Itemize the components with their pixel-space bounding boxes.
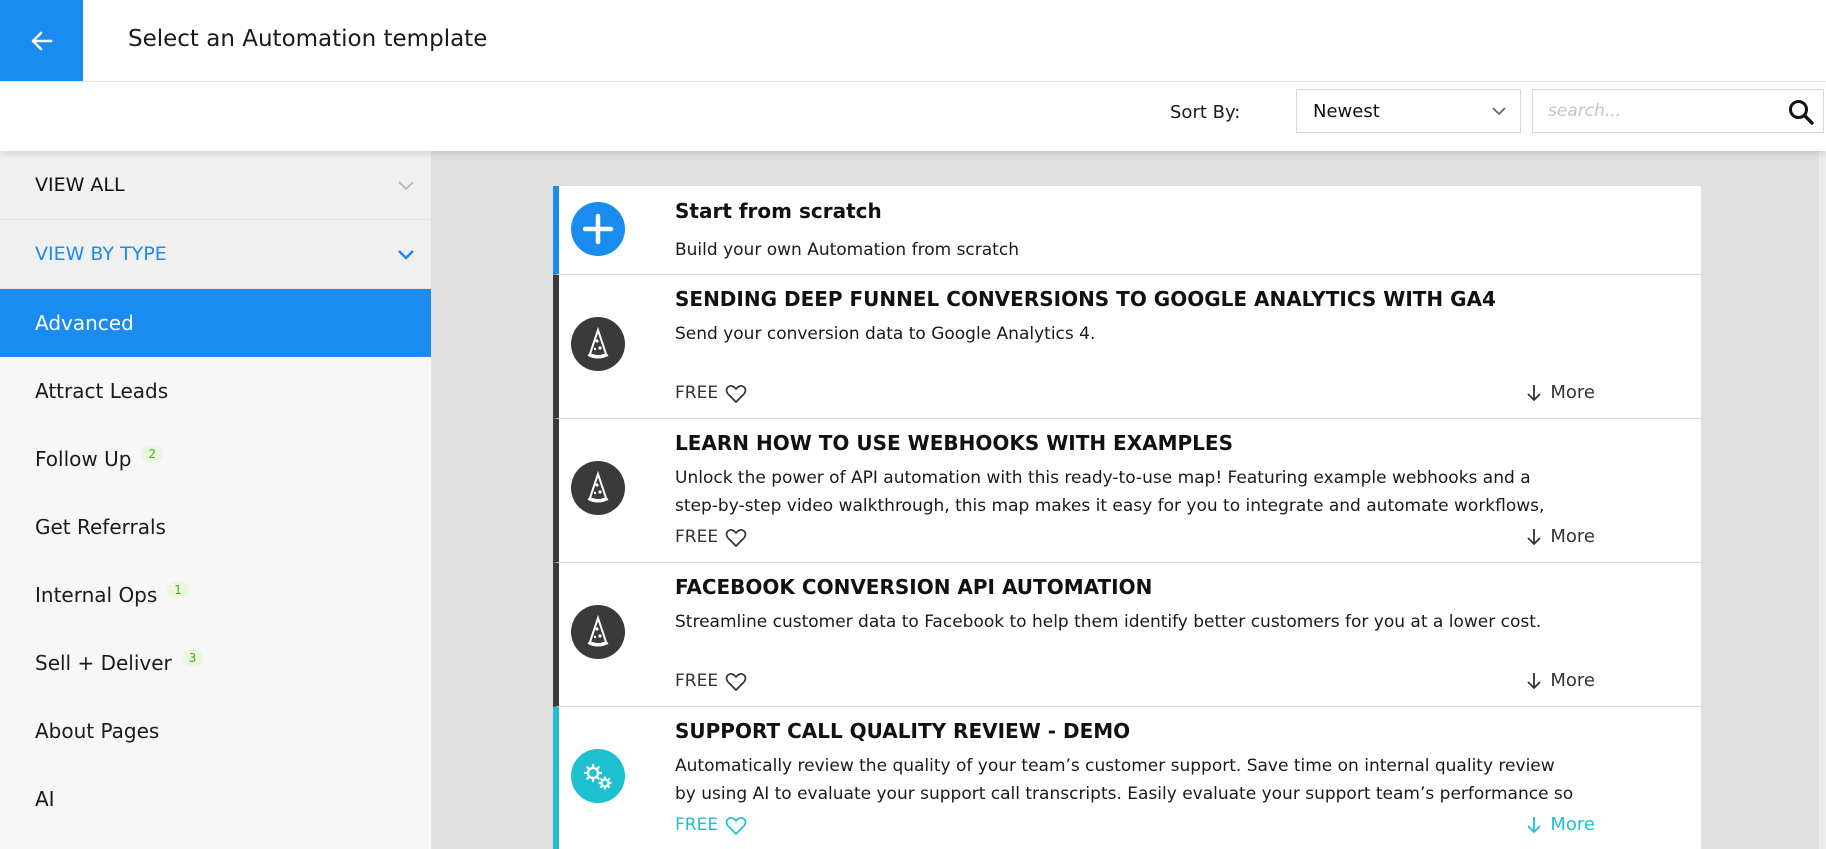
scrollbar[interactable] [1819, 151, 1826, 849]
arrow-down-icon [1527, 672, 1542, 689]
card-title: SUPPORT CALL QUALITY REVIEW - DEMO [675, 719, 1131, 743]
sidebar-item-get-referrals[interactable]: Get Referrals [0, 493, 431, 561]
more-button[interactable]: More [1524, 814, 1595, 835]
chevron-down-icon [398, 250, 414, 260]
sidebar-item-label: Sell + Deliver [35, 651, 172, 675]
sidebar-view-by-type-label: VIEW BY TYPE [35, 243, 167, 265]
card-title: FACEBOOK CONVERSION API AUTOMATION [675, 575, 1153, 599]
heart-icon[interactable] [725, 816, 747, 836]
template-card-scratch[interactable]: Start from scratch Build your own Automa… [553, 186, 1701, 275]
search-box [1532, 89, 1824, 133]
gears-icon [571, 749, 625, 803]
more-label: More [1550, 526, 1595, 547]
more-button[interactable]: More [1524, 382, 1595, 403]
more-label: More [1550, 814, 1595, 835]
count-badge: 2 [141, 446, 164, 462]
count-badge: 3 [181, 650, 204, 666]
sidebar-view-all[interactable]: VIEW ALL [0, 151, 431, 220]
card-description: Unlock the power of API automation with … [675, 468, 1545, 516]
sidebar-item-label: Attract Leads [35, 379, 169, 403]
card-title: SENDING DEEP FUNNEL CONVERSIONS TO GOOGL… [675, 287, 1496, 311]
arrow-down-icon [1527, 816, 1542, 833]
sidebar-item-ai[interactable]: AI [0, 765, 431, 833]
back-button[interactable] [0, 0, 83, 81]
count-badge: 1 [167, 582, 189, 598]
sidebar-view-all-label: VIEW ALL [35, 174, 125, 196]
arrow-down-icon [1527, 384, 1542, 401]
more-button[interactable]: More [1524, 526, 1595, 547]
template-card[interactable]: SUPPORT CALL QUALITY REVIEW - DEMO Autom… [553, 707, 1701, 849]
template-list-area: Start from scratch Build your own Automa… [432, 151, 1826, 849]
heart-icon[interactable] [725, 528, 747, 548]
page-title: Select an Automation template [128, 26, 488, 52]
plus-icon [571, 202, 625, 256]
filter-toolbar: Sort By: Newest [0, 82, 1826, 151]
card-title: Start from scratch [675, 199, 882, 223]
card-description: Automatically review the quality of your… [675, 756, 1574, 804]
sidebar-item-attract-leads[interactable]: Attract Leads [0, 357, 431, 425]
more-label: More [1550, 670, 1595, 691]
heart-icon[interactable] [725, 672, 747, 692]
arrow-left-icon [31, 31, 52, 50]
card-description: Streamline customer data to Facebook to … [675, 612, 1542, 632]
sidebar-item-label: AI [35, 787, 55, 811]
arrow-down-icon [1527, 528, 1542, 545]
sidebar-item-label: About Pages [35, 719, 160, 743]
template-card[interactable]: LEARN HOW TO USE WEBHOOKS WITH EXAMPLES … [553, 419, 1701, 563]
wizard-hat-icon [571, 605, 625, 659]
heart-icon[interactable] [725, 384, 747, 404]
sidebar-item-label: Get Referrals [35, 515, 166, 539]
chevron-down-icon [398, 181, 414, 191]
more-label: More [1550, 382, 1595, 403]
sidebar-item-label: Advanced [35, 311, 134, 335]
more-button[interactable]: More [1524, 670, 1595, 691]
price-label: FREE [675, 527, 719, 547]
sidebar-view-by-type[interactable]: VIEW BY TYPE [0, 220, 431, 289]
sidebar-item-internal-ops[interactable]: Internal Ops 1 [0, 561, 431, 629]
sidebar: VIEW ALL VIEW BY TYPE Advanced Attract L… [0, 151, 432, 849]
sidebar-item-label: Follow Up [35, 447, 132, 471]
wizard-hat-icon [571, 317, 625, 371]
sidebar-item-sell-deliver[interactable]: Sell + Deliver 3 [0, 629, 431, 697]
sort-select[interactable]: Newest [1296, 89, 1521, 133]
card-description: Build your own Automation from scratch [675, 240, 1019, 260]
search-input[interactable] [1533, 90, 1773, 132]
wizard-hat-icon [571, 461, 625, 515]
price-label: FREE [675, 383, 719, 403]
card-title: LEARN HOW TO USE WEBHOOKS WITH EXAMPLES [675, 431, 1233, 455]
sidebar-item-follow-up[interactable]: Follow Up 2 [0, 425, 431, 493]
price-label: FREE [675, 671, 719, 691]
sidebar-item-label: Internal Ops [35, 583, 158, 607]
sidebar-item-advanced[interactable]: Advanced [0, 289, 431, 357]
template-card[interactable]: FACEBOOK CONVERSION API AUTOMATION Strea… [553, 563, 1701, 707]
card-description: Send your conversion data to Google Anal… [675, 324, 1096, 344]
search-icon[interactable] [1787, 98, 1815, 126]
sort-value: Newest [1313, 100, 1380, 122]
top-bar: Select an Automation template [0, 0, 1826, 82]
template-cards: Start from scratch Build your own Automa… [553, 186, 1701, 849]
template-card[interactable]: SENDING DEEP FUNNEL CONVERSIONS TO GOOGL… [553, 275, 1701, 419]
chevron-down-icon [1492, 107, 1506, 116]
price-label: FREE [675, 815, 719, 835]
sort-label: Sort By: [1170, 102, 1241, 123]
sidebar-item-about-pages[interactable]: About Pages [0, 697, 431, 765]
